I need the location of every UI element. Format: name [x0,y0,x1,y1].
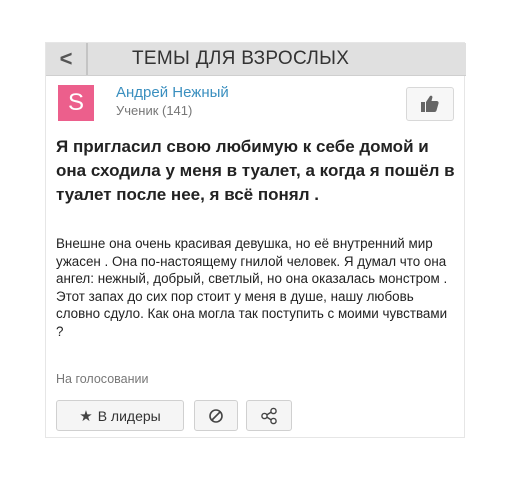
star-icon: ★ [79,407,93,425]
share-icon [261,407,277,424]
page-title: ТЕМЫ ДЛЯ ВЗРОСЛЫХ [132,48,350,69]
top-bar: < ТЕМЫ ДЛЯ ВЗРОСЛЫХ [46,43,466,76]
question-card: < ТЕМЫ ДЛЯ ВЗРОСЛЫХ S Андрей Нежный Учен… [45,42,466,438]
status-label: На голосовании [56,372,149,386]
thumbs-up-icon [421,95,439,112]
chevron-left-icon: < [59,46,73,71]
author-rank: Ученик (141) [116,103,193,118]
author-name[interactable]: Андрей Нежный [116,84,229,101]
share-button[interactable] [246,400,292,431]
back-button[interactable]: < [46,43,88,75]
like-button[interactable] [406,87,454,121]
question-title: Я пригласил свою любимую к себе домой и … [56,137,455,204]
question-body: Внешне она очень красивая девушка, но её… [56,236,448,339]
block-icon [209,408,223,423]
avatar-initial: S [67,89,84,116]
to-leaders-label: В лидеры [97,407,161,424]
to-leaders-button[interactable]: ★ В лидеры [56,400,184,431]
block-button[interactable] [194,400,238,431]
avatar[interactable]: S [58,85,94,121]
